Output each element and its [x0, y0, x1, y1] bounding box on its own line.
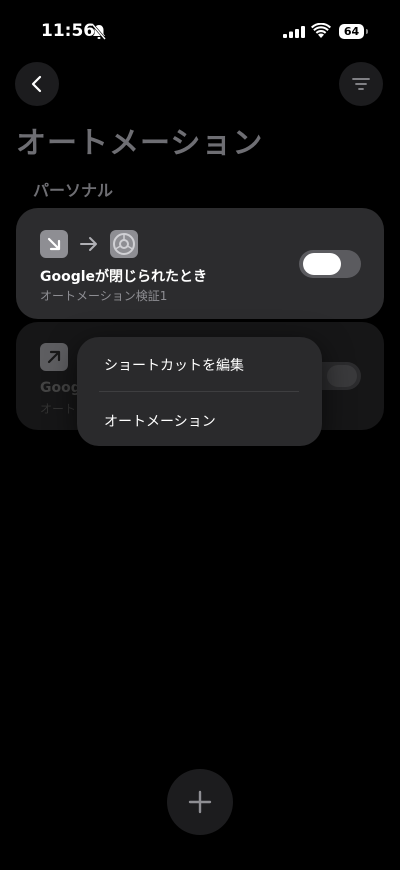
menu-item-edit-shortcut[interactable]: ショートカットを編集: [77, 337, 322, 391]
menu-divider: [99, 391, 299, 392]
context-menu: ショートカットを編集 オートメーション: [77, 337, 322, 446]
back-button[interactable]: [15, 62, 59, 106]
wifi-icon: [311, 23, 331, 38]
automation-card[interactable]: Googleが閉じられたとき オートメーション検証1: [16, 208, 384, 319]
toggle-knob: [303, 253, 341, 275]
page-title: オートメーション: [16, 126, 264, 161]
filter-button[interactable]: [339, 62, 383, 106]
battery-tip: [366, 29, 368, 34]
menu-item-automation[interactable]: オートメーション: [77, 393, 322, 447]
automation-subtitle: オート: [40, 402, 77, 416]
settings-icon: [110, 230, 138, 258]
chevron-left-icon: [31, 75, 42, 93]
status-bar: 11:56 64: [0, 0, 400, 60]
bell-slash-icon: [92, 24, 106, 40]
automation-toggle[interactable]: [299, 250, 361, 278]
arrow-right-icon: [80, 237, 97, 251]
battery-level: 64: [339, 24, 364, 39]
plus-icon: [188, 790, 212, 814]
automation-subtitle: オートメーション検証1: [40, 289, 168, 303]
filter-lines-icon: [352, 78, 370, 90]
menu-item-label: オートメーション: [104, 414, 216, 430]
section-header: パーソナル: [33, 181, 114, 200]
status-time: 11:56: [41, 21, 96, 41]
menu-item-label: ショートカットを編集: [104, 358, 244, 374]
arrow-down-right-icon: [40, 230, 68, 258]
toggle-knob: [327, 365, 357, 387]
cellular-signal-icon: [283, 26, 305, 38]
arrow-up-right-icon: [40, 343, 68, 371]
automation-screen: 11:56 64 オートメーション パーソナル Googleが閉じられたとき オ…: [0, 0, 400, 870]
automation-title: Googleが閉じられたとき: [40, 269, 208, 285]
add-automation-button[interactable]: [167, 769, 233, 835]
battery-icon: 64: [339, 24, 369, 39]
